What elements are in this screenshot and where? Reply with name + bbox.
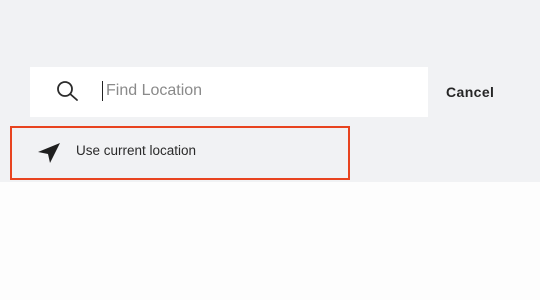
use-current-location-option[interactable]: Use current location bbox=[10, 126, 350, 180]
text-cursor bbox=[102, 81, 103, 101]
cancel-button[interactable]: Cancel bbox=[446, 82, 494, 102]
search-icon bbox=[53, 79, 81, 103]
search-input[interactable] bbox=[103, 80, 406, 102]
use-current-location-label: Use current location bbox=[76, 143, 197, 158]
location-arrow-icon bbox=[36, 141, 62, 165]
